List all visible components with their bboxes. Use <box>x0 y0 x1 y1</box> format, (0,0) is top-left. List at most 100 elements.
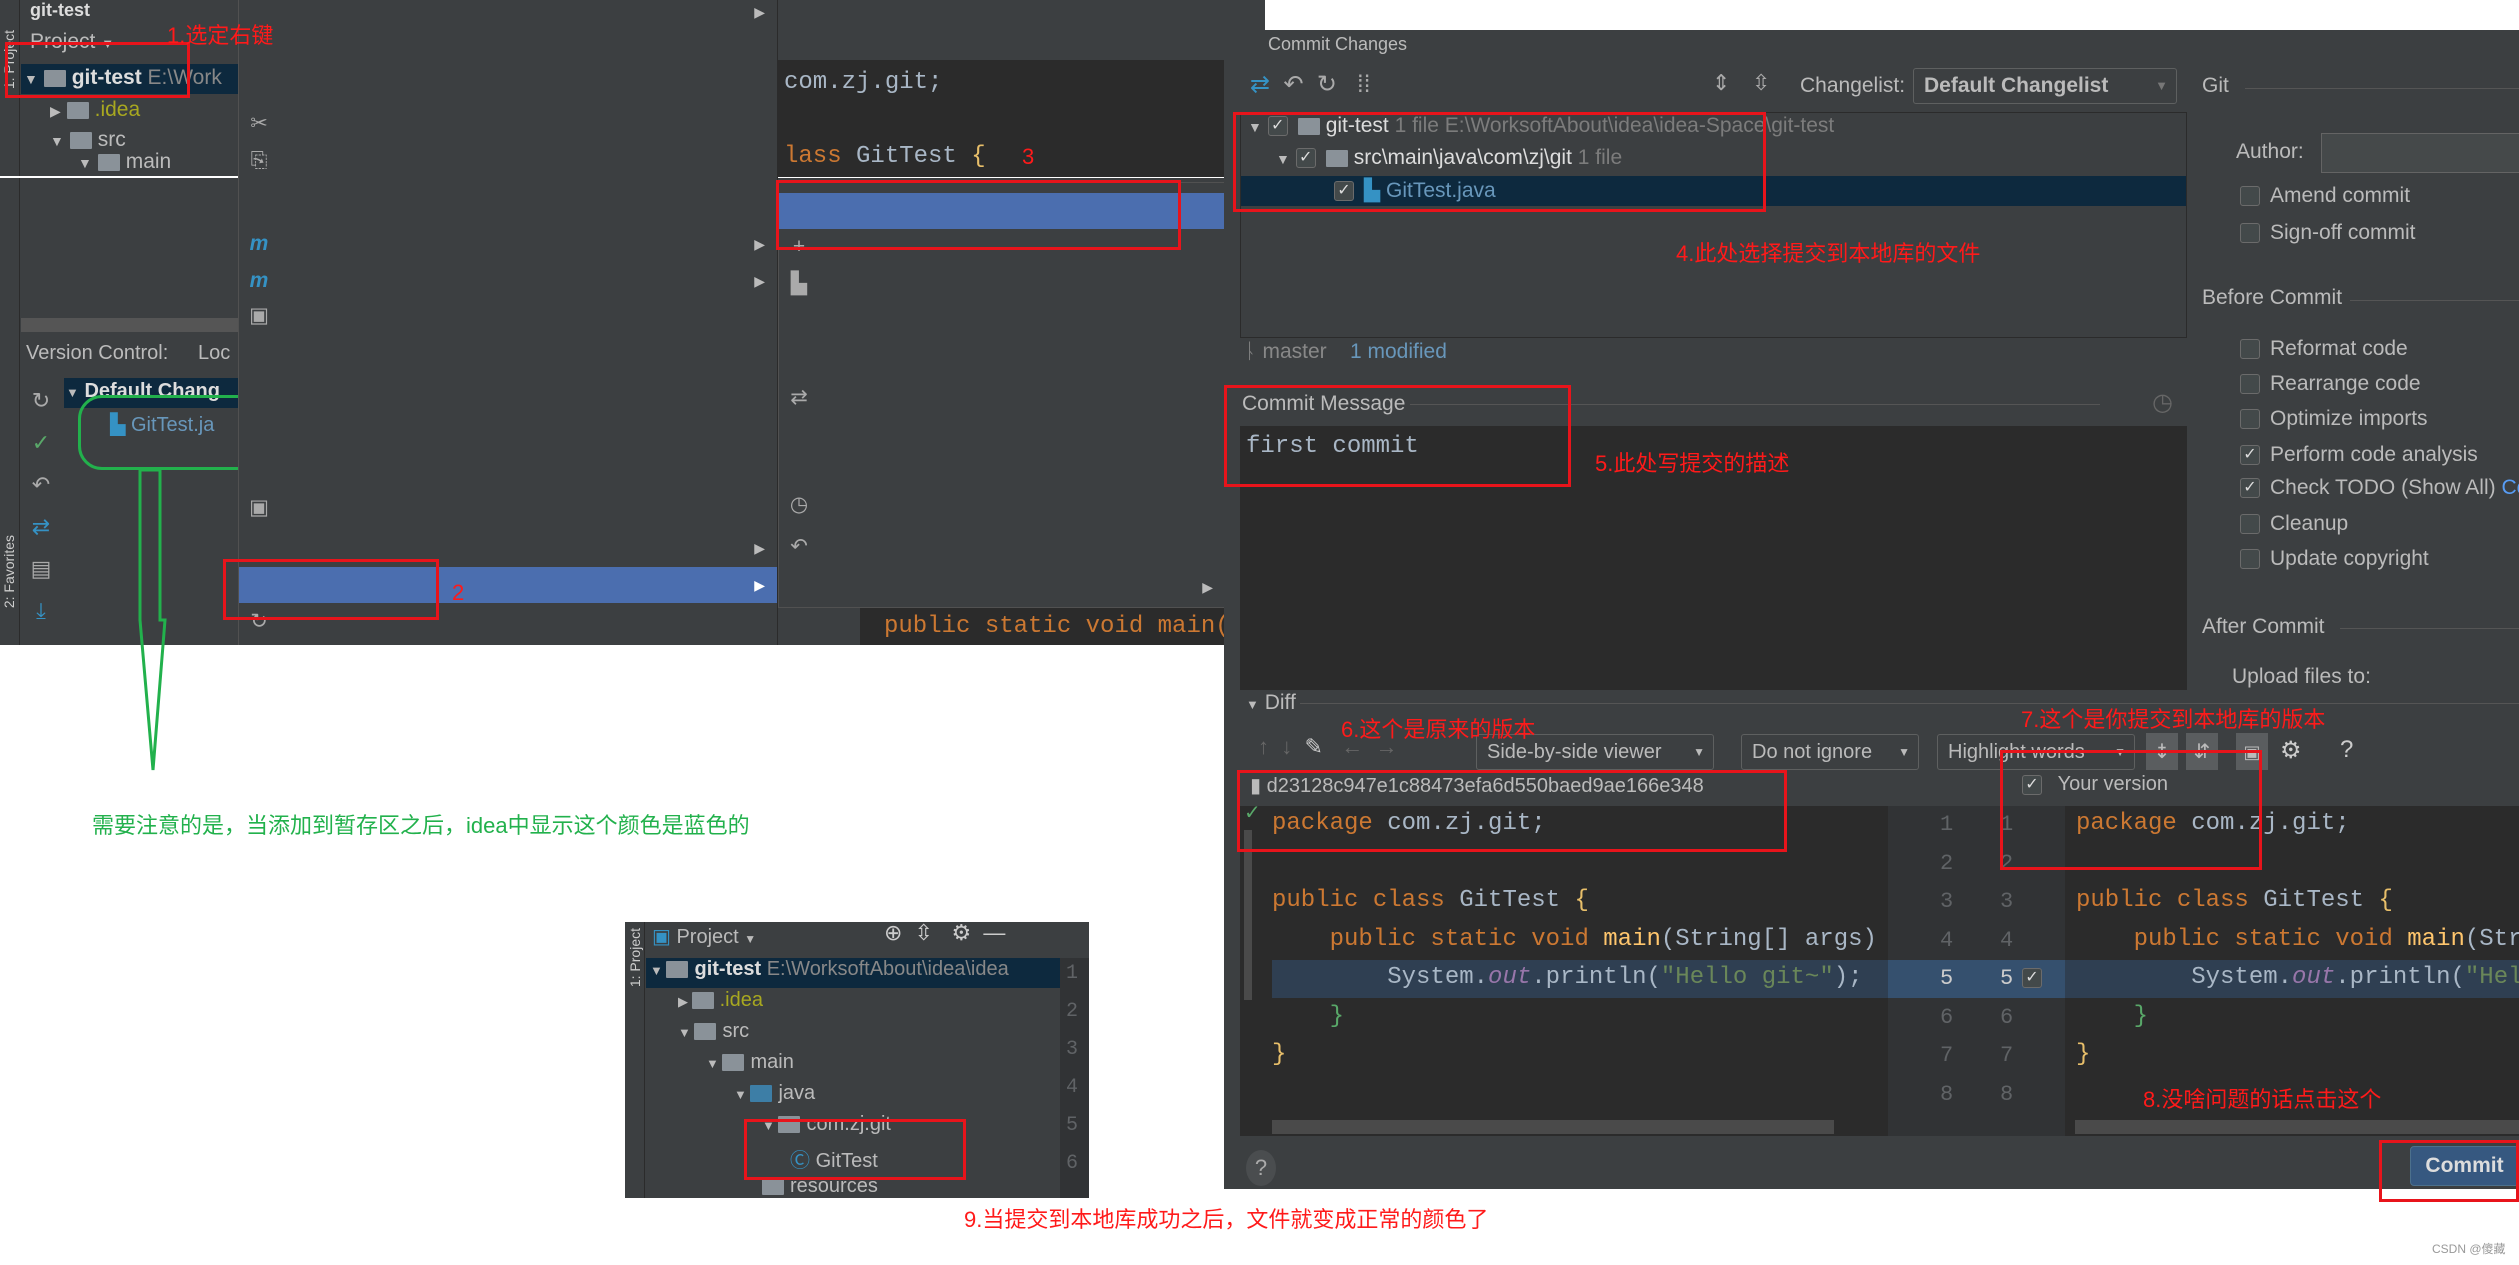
checkbox[interactable] <box>2240 409 2260 430</box>
gear-icon[interactable]: ⚙ <box>951 920 971 945</box>
folder-icon <box>750 1085 773 1103</box>
right-code-line: } <box>2076 998 2148 1036</box>
refresh-icon[interactable]: ↻ <box>1317 71 1337 98</box>
menu-item-copy[interactable]: ⎘ <box>239 143 777 179</box>
help-icon[interactable]: ? <box>2340 736 2353 764</box>
before-commit-option[interactable]: Optimize imports <box>2240 407 2428 431</box>
menu-item-run-maven[interactable]: m ▶ <box>239 226 777 262</box>
annotation-1: 1.选定右键 <box>167 23 274 48</box>
menu-item-show-current-revision[interactable] <box>779 343 1225 379</box>
mini-tree-item[interactable]: ▶ .idea <box>678 989 763 1012</box>
menu-item-add-framework-support[interactable] <box>239 66 777 102</box>
code-token: main <box>2407 925 2465 953</box>
menu-item-build-module-git-test[interactable] <box>239 339 777 375</box>
menu-item-show-history[interactable]: ◷ <box>779 487 1225 523</box>
checkmark-icon[interactable]: ✓ <box>26 422 56 464</box>
panel-scrollbar[interactable] <box>21 318 238 332</box>
mini-tree-item[interactable]: ▼ git-test E:\WorksoftAbout\idea\idea <box>650 958 1009 981</box>
checkbox[interactable] <box>2240 374 2260 395</box>
show-diff-icon[interactable]: ⇄ <box>1250 71 1270 98</box>
diff-icon[interactable]: ⇄ <box>26 506 56 548</box>
menu-item-open-terminal-at-the-current-maven-module-path[interactable]: ▣ <box>239 298 777 334</box>
modified-count[interactable]: 1 modified <box>1350 340 1447 363</box>
menu-item-cut[interactable]: ✂ <box>239 106 777 142</box>
before-commit-option[interactable]: Update copyright <box>2240 547 2429 571</box>
before-commit-option[interactable]: Reformat code <box>2240 337 2408 361</box>
hide-icon[interactable]: — <box>983 920 1005 945</box>
author-input[interactable] <box>2321 133 2519 173</box>
checkbox-checked[interactable]: ✓ <box>2240 445 2260 466</box>
menu-item-debug-maven[interactable]: m ▶ <box>239 263 777 299</box>
menu-item-compare-with-branch[interactable] <box>779 452 1225 488</box>
configure-link[interactable]: Co <box>2501 476 2519 499</box>
submenu-arrow-icon: ▶ <box>754 577 765 593</box>
before-commit-option[interactable]: Cleanup <box>2240 512 2348 536</box>
diff-label: Diff <box>1264 691 1296 714</box>
checkbox[interactable] <box>2240 186 2260 207</box>
ignore-dropdown[interactable]: Do not ignore ▼ <box>1741 734 1919 770</box>
locate-icon[interactable]: ⊕ <box>884 920 902 945</box>
changelist-dropdown[interactable]: Default Changelist ▼ <box>1913 68 2177 104</box>
amend-commit-checkbox[interactable]: Amend commit <box>2240 184 2410 208</box>
edit-icon[interactable]: ✎ <box>1304 734 1322 759</box>
checkbox[interactable] <box>2240 223 2260 244</box>
rollback-icon[interactable]: ↶ <box>26 464 56 506</box>
expand-all-icon[interactable]: ⇕ <box>1712 70 1730 96</box>
menu-item-compare-with-the-same-repository-versio[interactable]: ⇄ <box>779 380 1225 416</box>
right-h-scrollbar[interactable] <box>2075 1120 2519 1134</box>
mini-project-dropdown[interactable]: ▣ Project ▼ <box>652 924 756 949</box>
tab-local-changes[interactable]: Loc <box>198 342 230 365</box>
menu-item-compare-with[interactable] <box>779 415 1225 451</box>
gear-icon[interactable]: ⚙ <box>2280 736 2302 765</box>
refresh-icon[interactable]: ↻ <box>26 380 56 422</box>
shelf-icon[interactable]: ▤ <box>26 548 56 590</box>
menu-item-git-info-exclude[interactable]: ▙ <box>779 266 1225 302</box>
menu-item-rollback[interactable]: ↶ <box>779 529 1225 565</box>
mini-side-tab-project[interactable]: 1: Project <box>627 928 643 987</box>
mini-tree-item[interactable]: ▼ java <box>734 1082 815 1105</box>
menu-item-rebuild-module-git-test[interactable] <box>239 376 777 412</box>
menu-item-directory-path[interactable] <box>239 454 777 490</box>
checkbox[interactable] <box>2240 339 2260 360</box>
expand-icon: ▼ <box>50 133 64 149</box>
line-include-checkbox[interactable]: ✓ <box>2022 968 2042 988</box>
tree-item-src[interactable]: ▼ src <box>50 128 126 152</box>
tree-item-idea[interactable]: ▶ .idea <box>50 98 140 122</box>
green-arrow <box>138 468 167 771</box>
diff-toggle[interactable]: ▼ Diff <box>1246 691 1296 715</box>
collapse-all-icon[interactable]: ⇳ <box>1752 70 1770 96</box>
mini-tree-item[interactable]: ▼ src <box>678 1020 749 1043</box>
menu-item-annotate[interactable] <box>779 306 1225 342</box>
folder-icon <box>694 1023 717 1041</box>
group-by-icon[interactable]: ⁞⁞ <box>1357 71 1370 98</box>
expand-icon: ▼ <box>1246 697 1259 712</box>
checkbox-checked[interactable]: ✓ <box>2240 478 2260 499</box>
checkbox[interactable] <box>2240 549 2260 570</box>
checkbox[interactable] <box>2240 514 2260 535</box>
prev-diff-icon[interactable]: ↑ <box>1258 734 1269 759</box>
left-h-scrollbar[interactable] <box>1272 1120 1834 1134</box>
collapse-icon[interactable]: ⇳ <box>915 920 933 945</box>
before-commit-option[interactable]: ✓ Check TODO (Show All) Co <box>2240 476 2519 500</box>
next-diff-icon[interactable]: ↓ <box>1281 734 1292 759</box>
dialog-help-button[interactable]: ? <box>1246 1150 1276 1186</box>
signoff-commit-checkbox[interactable]: Sign-off commit <box>2240 221 2416 245</box>
section-divider <box>2245 88 2519 89</box>
before-commit-option[interactable]: ✓ Perform code analysis <box>2240 443 2478 467</box>
history-clock-icon[interactable]: ◷ <box>2152 388 2173 417</box>
right-line-number: 7 <box>2000 1043 2014 1068</box>
side-tab-favorites[interactable]: 2: Favorites <box>1 535 17 608</box>
mini-tree-item[interactable]: ▼ main <box>706 1051 794 1074</box>
menu-item-sequence-diagram[interactable] <box>239 30 777 66</box>
menu-item-show-in-explorer[interactable] <box>239 417 777 453</box>
rollback-icon[interactable]: ↶ <box>1283 71 1303 98</box>
menu-item-remove-module[interactable] <box>239 184 777 220</box>
before-commit-option[interactable]: Rearrange code <box>2240 372 2421 396</box>
tree-item-main[interactable]: ▼ main <box>78 150 171 174</box>
menu-item-repository[interactable]: ▶ <box>779 569 1225 605</box>
mini-line-number: 3 <box>1066 1038 1079 1061</box>
menu-item-open-in-terminal[interactable]: ▣ <box>239 490 777 526</box>
menu-item-new[interactable]: ▶ <box>239 0 777 30</box>
dropdown-value: Side-by-side viewer <box>1487 741 1662 763</box>
download-icon[interactable]: ⤓ <box>26 590 56 632</box>
